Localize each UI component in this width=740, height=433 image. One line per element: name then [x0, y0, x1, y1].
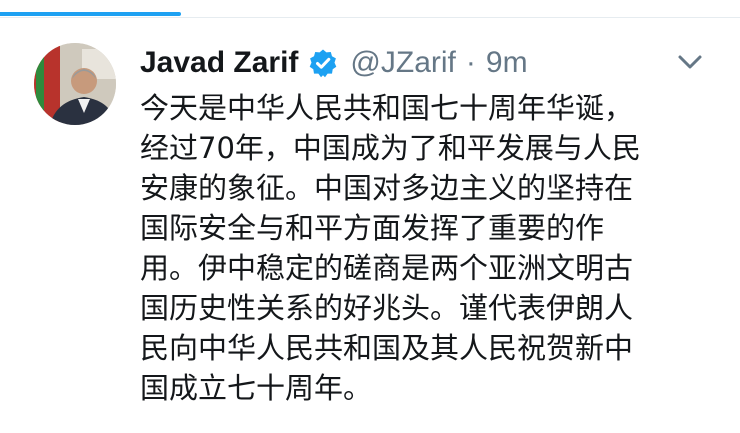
tweet-text-line: 国际安全与和平方面发挥了重要的作	[140, 211, 605, 245]
tweet-timestamp[interactable]: 9m	[486, 46, 528, 80]
chevron-down-icon[interactable]	[676, 51, 704, 73]
tweet-text-line: 经过70年，中国成为了和平发展与人民	[140, 131, 641, 165]
active-tab-indicator	[0, 12, 181, 16]
avatar-photo	[34, 43, 116, 125]
tweet-text-line: 安康的象征。中国对多边主义的坚持在	[140, 171, 634, 205]
tweet-text-line: 国历史性关系的好兆头。谨代表伊朗人	[140, 291, 634, 325]
tweet-header: Javad Zarif @JZarif · 9m	[140, 40, 528, 86]
avatar[interactable]	[34, 43, 116, 125]
tweet-text-line: 用。伊中稳定的磋商是两个亚洲文明古	[140, 251, 634, 285]
tweet-text: 今天是中华人民共和国七十周年华诞， 经过70年，中国成为了和平发展与人民 安康的…	[140, 88, 720, 408]
author-display-name[interactable]: Javad Zarif	[140, 46, 298, 80]
meta-separator: ·	[465, 46, 476, 79]
author-handle[interactable]: @JZarif	[350, 46, 455, 80]
tweet-text-line: 今天是中华人民共和国七十周年华诞，	[140, 91, 634, 125]
tweet-text-line: 国成立七十周年。	[140, 371, 373, 405]
tweet-text-line: 民向中华人民共和国及其人民祝贺新中	[140, 331, 634, 365]
verified-badge-icon	[308, 48, 338, 78]
tab-bar	[0, 0, 740, 18]
